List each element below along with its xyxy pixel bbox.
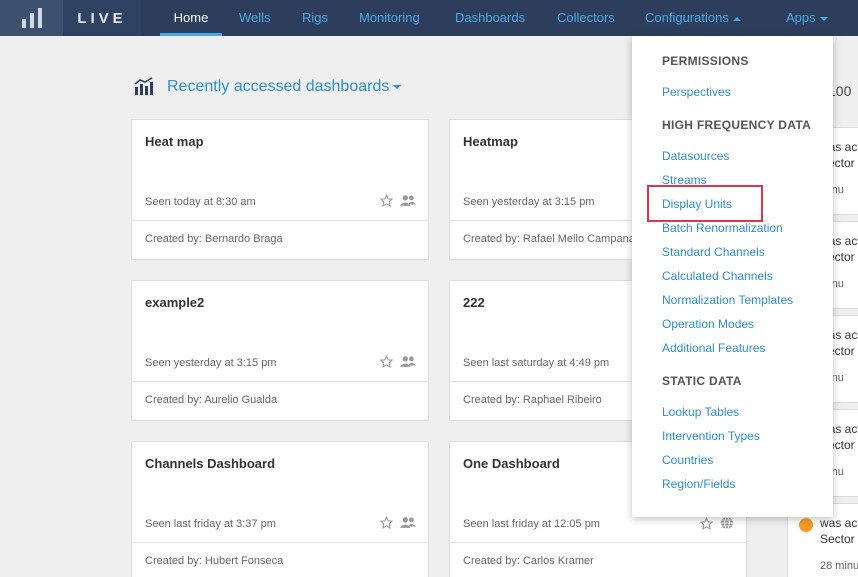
activity-text: was act — [820, 516, 858, 530]
card-seen-time: Seen last saturday at 4:49 pm — [463, 357, 610, 369]
card-seen-time: Seen today at 8:30 am — [145, 196, 256, 208]
high-frequency-data-header: HIGH FREQUENCY DATA — [662, 118, 812, 132]
recent-dashboards-dropdown[interactable]: Recently accessed dashboards — [167, 78, 402, 96]
card-created-by: Created by: Hubert Fonseca — [145, 555, 284, 567]
activity-status-dot — [799, 518, 813, 532]
card-divider — [132, 381, 428, 382]
menu-item-batch-renormalization[interactable]: Batch Renormalization — [662, 221, 783, 235]
card-seen-time: Seen last friday at 12:05 pm — [463, 518, 600, 530]
card-seen-time: Seen yesterday at 3:15 pm — [145, 357, 277, 369]
nav-wells[interactable]: Wells — [239, 0, 271, 36]
nav-monitoring[interactable]: Monitoring — [359, 0, 420, 36]
card-title[interactable]: example2 — [145, 295, 204, 310]
card-title[interactable]: 222 — [463, 295, 485, 310]
nav-dashboards[interactable]: Dashboards — [455, 0, 525, 36]
menu-item-perspectives[interactable]: Perspectives — [662, 85, 731, 99]
nav-configurations[interactable]: Configurations — [645, 0, 741, 36]
menu-item-lookup-tables[interactable]: Lookup Tables — [662, 405, 739, 419]
card-title[interactable]: Channels Dashboard — [145, 456, 275, 471]
star-icon[interactable] — [380, 194, 393, 207]
card-created-by: Created by: Bernardo Braga — [145, 233, 283, 245]
chevron-down-icon — [393, 84, 402, 89]
static-data-header: STATIC DATA — [662, 374, 742, 388]
card-divider — [450, 542, 746, 543]
activity-sector: Sector — [820, 532, 855, 546]
star-icon[interactable] — [380, 355, 393, 368]
menu-item-region-fields[interactable]: Region/Fields — [662, 477, 735, 491]
menu-item-datasources[interactable]: Datasources — [662, 149, 729, 163]
section-title: Recently accessed dashboards — [167, 78, 390, 95]
users-icon[interactable] — [400, 194, 416, 207]
app-logo-icon[interactable] — [0, 0, 63, 36]
card-seen-time: Seen last friday at 3:37 pm — [145, 518, 276, 530]
dashboard-card[interactable]: Heat map Seen today at 8:30 am Created b… — [131, 119, 429, 260]
card-title[interactable]: Heat map — [145, 134, 204, 149]
nav-home[interactable]: Home — [160, 0, 222, 36]
menu-item-normalization-templates[interactable]: Normalization Templates — [662, 293, 793, 307]
card-created-by: Created by: Rafael Mello Campana — [463, 233, 635, 245]
card-seen-time: Seen yesterday at 3:15 pm — [463, 196, 595, 208]
nav-configurations-label: Configurations — [645, 10, 729, 25]
chart-icon — [134, 77, 154, 100]
menu-item-calculated-channels[interactable]: Calculated Channels — [662, 269, 773, 283]
card-divider — [132, 220, 428, 221]
dashboard-card[interactable]: example2 Seen yesterday at 3:15 pm Creat… — [131, 280, 429, 421]
highlight-annotation-box — [647, 185, 763, 222]
card-created-by: Created by: Aurelio Gualda — [145, 394, 278, 406]
app-logo-text[interactable]: LIVE — [63, 0, 141, 36]
dashboard-card[interactable]: Channels Dashboard Seen last friday at 3… — [131, 441, 429, 577]
card-title[interactable]: One Dashboard — [463, 456, 560, 471]
users-icon[interactable] — [400, 516, 416, 529]
top-nav-bar: LIVE Home Wells Rigs Monitoring Dashboar… — [0, 0, 858, 36]
configurations-dropdown-menu: PERMISSIONS Perspectives HIGH FREQUENCY … — [632, 36, 833, 517]
menu-item-additional-features[interactable]: Additional Features — [662, 341, 765, 355]
card-title[interactable]: Heatmap — [463, 134, 518, 149]
menu-item-countries[interactable]: Countries — [662, 453, 713, 467]
card-created-by: Created by: Carlos Kramer — [463, 555, 594, 567]
star-icon[interactable] — [700, 516, 713, 530]
menu-item-intervention-types[interactable]: Intervention Types — [662, 429, 760, 443]
nav-collectors[interactable]: Collectors — [557, 0, 615, 36]
caret-up-icon — [732, 16, 741, 21]
menu-item-standard-channels[interactable]: Standard Channels — [662, 245, 765, 259]
globe-icon[interactable] — [720, 516, 734, 530]
card-divider — [132, 542, 428, 543]
caret-down-icon — [819, 16, 828, 21]
nav-apps-label: Apps — [786, 10, 816, 25]
card-created-by: Created by: Raphael Ribeiro — [463, 394, 602, 406]
star-icon[interactable] — [380, 516, 393, 529]
activity-time: 28 minu — [820, 560, 858, 572]
nav-rigs[interactable]: Rigs — [302, 0, 328, 36]
nav-apps[interactable]: Apps — [786, 0, 828, 36]
permissions-header: PERMISSIONS — [662, 54, 749, 68]
users-icon[interactable] — [400, 355, 416, 368]
menu-item-operation-modes[interactable]: Operation Modes — [662, 317, 754, 331]
